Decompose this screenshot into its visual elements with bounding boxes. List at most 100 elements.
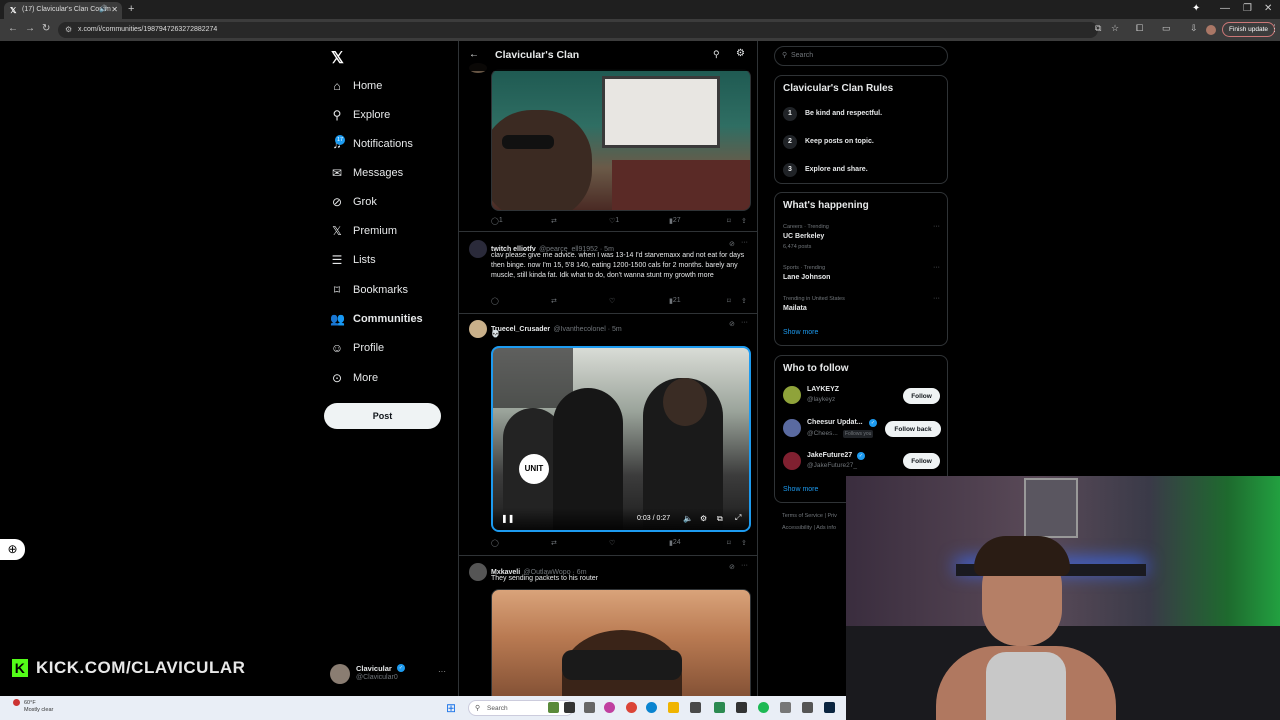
grok-icon[interactable]: ⊘ [729,320,735,328]
avatar[interactable] [783,452,801,470]
nav-communities[interactable]: 👥 Communities [330,309,423,329]
bookmark-icon[interactable]: ⌑ [727,539,731,547]
post-video[interactable]: UNIT ❚❚ 0:03 / 0:27 🔈 ⚙ ⧉ ⤢ [491,346,751,532]
reply-icon[interactable]: ◯ [491,297,499,305]
repost-icon[interactable]: ⇄ [551,539,557,547]
app-icon[interactable] [564,702,575,713]
nav-messages[interactable]: ✉ Messages [330,163,403,183]
app-icon[interactable] [714,702,725,713]
follow-name[interactable]: LAYKEYZ [807,386,839,393]
spotify-icon[interactable] [758,702,769,713]
edge-icon[interactable] [646,702,657,713]
app-icon[interactable] [604,702,615,713]
post-button[interactable]: Post [324,403,441,429]
show-more-link[interactable]: Show more [783,486,818,493]
extensions-icon[interactable]: ⧠ [1136,23,1143,34]
search-icon[interactable]: ⚲ [713,49,720,60]
photoshop-icon[interactable] [824,702,835,713]
volume-icon[interactable]: 🔈 [683,514,693,523]
bookmark-icon[interactable]: ⌑ [727,217,731,225]
grok-icon[interactable]: ⊘ [729,563,735,571]
nav-profile[interactable]: ☺ Profile [330,338,384,358]
forward-icon[interactable]: → [25,23,35,34]
url-field[interactable]: ⚙ x.com/i/communities/198794726327288227… [58,22,1098,38]
task-view-icon[interactable] [584,702,595,713]
chrome-icon[interactable] [626,702,637,713]
reload-icon[interactable]: ↻ [42,23,50,34]
like-icon[interactable]: ♡ [609,539,615,547]
share-icon[interactable]: ⇪ [741,297,747,305]
app-icon[interactable] [548,702,559,713]
avatar[interactable] [783,419,801,437]
more-dots-icon[interactable]: ··· [741,562,748,569]
footer-links[interactable]: Accessibility | Ads info [782,525,836,531]
account-switcher[interactable]: Clavicular ✓ @Clavicular0 ··· [330,662,450,686]
avatar[interactable] [469,563,487,581]
follow-button[interactable]: Follow [903,453,940,469]
views-icon[interactable]: ▮ 24 [669,539,681,547]
follow-button[interactable]: Follow [903,388,940,404]
views-icon[interactable]: ▮ 27 [669,217,681,225]
finish-update-button[interactable]: Finish update [1222,22,1276,37]
nav-lists[interactable]: ☰ Lists [330,250,376,270]
bookmark-icon[interactable]: ⌑ [727,297,731,305]
profile-avatar-icon[interactable] [1206,25,1216,35]
nav-premium[interactable]: 𝕏 Premium [330,221,397,241]
more-dots-icon[interactable]: ··· [741,319,748,326]
follow-name[interactable]: Cheesur Updat... [807,419,863,426]
sparkle-icon[interactable]: ✦ [1192,3,1200,14]
app-icon[interactable] [690,702,701,713]
nav-explore[interactable]: ⚲ Explore [330,105,391,125]
reply-icon[interactable]: ◯ [491,539,499,547]
speaker-icon[interactable]: 🔊 [99,5,108,13]
new-tab-icon[interactable]: + [128,3,134,15]
pip-icon[interactable]: ⧉ [717,514,723,524]
grok-icon[interactable]: ⊘ [729,240,735,248]
follow-name[interactable]: JakeFuture27 [807,452,852,459]
close-window-icon[interactable]: ✕ [1264,3,1272,14]
reply-icon[interactable]: ◯ 1 [491,217,503,225]
minimize-icon[interactable]: — [1220,3,1230,14]
more-dots-icon[interactable]: ··· [741,239,748,246]
post-handle[interactable]: @Ivanthecolonel · 5m [554,326,622,333]
post-image[interactable] [491,589,751,696]
nav-bookmarks[interactable]: ⌑ Bookmarks [330,280,408,300]
browser-tab[interactable]: 𝕏 (17) Clavicular's Clan Comm 🔊 ✕ [4,2,122,19]
settings-icon[interactable]: ⚙ [700,514,707,523]
like-icon[interactable]: ♡ 1 [609,217,619,225]
install-icon[interactable]: ⧉ [1095,23,1101,34]
avatar[interactable] [469,320,487,338]
sidepanel-icon[interactable]: ▭ [1162,23,1171,34]
star-icon[interactable]: ☆ [1111,23,1119,34]
site-info-icon[interactable]: ⚙ [65,25,72,34]
close-tab-icon[interactable]: ✕ [111,5,118,14]
more-dots-icon[interactable]: ··· [933,264,940,271]
app-icon[interactable] [736,702,747,713]
footer-links[interactable]: Terms of Service | Priv [782,513,837,519]
nav-more[interactable]: ⊙ More [330,368,378,388]
pause-icon[interactable]: ❚❚ [501,514,514,523]
repost-icon[interactable]: ⇄ [551,217,557,225]
app-icon[interactable] [802,702,813,713]
share-icon[interactable]: ⇪ [741,539,747,547]
windows-start-icon[interactable]: ⊞ [446,701,456,715]
weather-widget[interactable]: 60°F Mostly clear [10,700,53,714]
views-icon[interactable]: ▮ 21 [669,297,681,305]
file-explorer-icon[interactable] [668,702,679,713]
nav-home[interactable]: ⌂ Home [330,76,382,96]
back-arrow-icon[interactable]: ← [469,49,479,60]
follow-back-button[interactable]: Follow back [885,421,941,437]
more-dots-icon[interactable]: ··· [933,295,940,302]
post-image[interactable] [491,69,751,211]
more-dots-icon[interactable]: ··· [933,223,940,230]
avatar[interactable] [783,386,801,404]
search-input[interactable]: ⚲ Search [774,46,948,66]
back-icon[interactable]: ← [8,23,18,34]
app-icon[interactable] [780,702,791,713]
avatar[interactable] [469,240,487,258]
fullscreen-icon[interactable]: ⤢ [735,513,741,523]
menu-dots-icon[interactable]: ⋮ [1270,23,1279,34]
x-logo-icon[interactable]: 𝕏 [331,48,344,68]
repost-icon[interactable]: ⇄ [551,297,557,305]
like-icon[interactable]: ♡ [609,297,615,305]
